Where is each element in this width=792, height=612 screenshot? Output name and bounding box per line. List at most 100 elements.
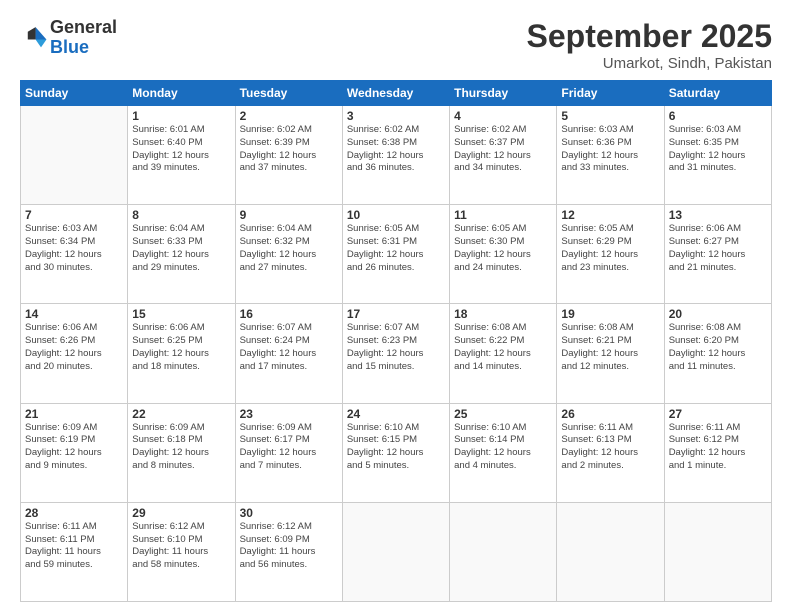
table-row: 8Sunrise: 6:04 AM Sunset: 6:33 PM Daylig…: [128, 205, 235, 304]
day-number: 28: [25, 506, 123, 520]
day-number: 21: [25, 407, 123, 421]
table-row: 21Sunrise: 6:09 AM Sunset: 6:19 PM Dayli…: [21, 403, 128, 502]
day-number: 18: [454, 307, 552, 321]
table-row: 28Sunrise: 6:11 AM Sunset: 6:11 PM Dayli…: [21, 502, 128, 601]
logo: General Blue: [20, 18, 117, 58]
col-wednesday: Wednesday: [342, 81, 449, 106]
day-number: 2: [240, 109, 338, 123]
day-number: 26: [561, 407, 659, 421]
day-info: Sunrise: 6:09 AM Sunset: 6:19 PM Dayligh…: [25, 422, 123, 473]
header: General Blue September 2025 Umarkot, Sin…: [20, 18, 772, 72]
day-number: 7: [25, 208, 123, 222]
day-number: 24: [347, 407, 445, 421]
table-row: 12Sunrise: 6:05 AM Sunset: 6:29 PM Dayli…: [557, 205, 664, 304]
table-row: 24Sunrise: 6:10 AM Sunset: 6:15 PM Dayli…: [342, 403, 449, 502]
day-info: Sunrise: 6:10 AM Sunset: 6:14 PM Dayligh…: [454, 422, 552, 473]
day-info: Sunrise: 6:01 AM Sunset: 6:40 PM Dayligh…: [132, 124, 230, 175]
logo-text: General Blue: [50, 18, 117, 58]
logo-blue-text: Blue: [50, 38, 117, 58]
day-number: 16: [240, 307, 338, 321]
table-row: [664, 502, 771, 601]
table-row: [21, 106, 128, 205]
day-info: Sunrise: 6:12 AM Sunset: 6:09 PM Dayligh…: [240, 521, 338, 572]
calendar-week-row: 1Sunrise: 6:01 AM Sunset: 6:40 PM Daylig…: [21, 106, 772, 205]
calendar-header-row: Sunday Monday Tuesday Wednesday Thursday…: [21, 81, 772, 106]
day-info: Sunrise: 6:09 AM Sunset: 6:17 PM Dayligh…: [240, 422, 338, 473]
table-row: 18Sunrise: 6:08 AM Sunset: 6:22 PM Dayli…: [450, 304, 557, 403]
day-number: 9: [240, 208, 338, 222]
table-row: 16Sunrise: 6:07 AM Sunset: 6:24 PM Dayli…: [235, 304, 342, 403]
day-info: Sunrise: 6:02 AM Sunset: 6:38 PM Dayligh…: [347, 124, 445, 175]
calendar-week-row: 21Sunrise: 6:09 AM Sunset: 6:19 PM Dayli…: [21, 403, 772, 502]
table-row: 23Sunrise: 6:09 AM Sunset: 6:17 PM Dayli…: [235, 403, 342, 502]
table-row: 6Sunrise: 6:03 AM Sunset: 6:35 PM Daylig…: [664, 106, 771, 205]
day-info: Sunrise: 6:04 AM Sunset: 6:32 PM Dayligh…: [240, 223, 338, 274]
day-info: Sunrise: 6:02 AM Sunset: 6:37 PM Dayligh…: [454, 124, 552, 175]
day-number: 1: [132, 109, 230, 123]
day-number: 10: [347, 208, 445, 222]
day-info: Sunrise: 6:10 AM Sunset: 6:15 PM Dayligh…: [347, 422, 445, 473]
day-number: 19: [561, 307, 659, 321]
day-number: 8: [132, 208, 230, 222]
day-info: Sunrise: 6:07 AM Sunset: 6:23 PM Dayligh…: [347, 322, 445, 373]
calendar-table: Sunday Monday Tuesday Wednesday Thursday…: [20, 80, 772, 602]
table-row: 29Sunrise: 6:12 AM Sunset: 6:10 PM Dayli…: [128, 502, 235, 601]
day-info: Sunrise: 6:06 AM Sunset: 6:26 PM Dayligh…: [25, 322, 123, 373]
table-row: 5Sunrise: 6:03 AM Sunset: 6:36 PM Daylig…: [557, 106, 664, 205]
day-number: 11: [454, 208, 552, 222]
location-subtitle: Umarkot, Sindh, Pakistan: [527, 55, 772, 72]
day-info: Sunrise: 6:03 AM Sunset: 6:35 PM Dayligh…: [669, 124, 767, 175]
day-info: Sunrise: 6:08 AM Sunset: 6:20 PM Dayligh…: [669, 322, 767, 373]
day-number: 14: [25, 307, 123, 321]
day-number: 30: [240, 506, 338, 520]
day-number: 17: [347, 307, 445, 321]
table-row: 9Sunrise: 6:04 AM Sunset: 6:32 PM Daylig…: [235, 205, 342, 304]
table-row: 2Sunrise: 6:02 AM Sunset: 6:39 PM Daylig…: [235, 106, 342, 205]
day-info: Sunrise: 6:11 AM Sunset: 6:11 PM Dayligh…: [25, 521, 123, 572]
calendar-week-row: 7Sunrise: 6:03 AM Sunset: 6:34 PM Daylig…: [21, 205, 772, 304]
col-monday: Monday: [128, 81, 235, 106]
day-info: Sunrise: 6:08 AM Sunset: 6:22 PM Dayligh…: [454, 322, 552, 373]
day-number: 27: [669, 407, 767, 421]
day-info: Sunrise: 6:04 AM Sunset: 6:33 PM Dayligh…: [132, 223, 230, 274]
day-info: Sunrise: 6:02 AM Sunset: 6:39 PM Dayligh…: [240, 124, 338, 175]
page: General Blue September 2025 Umarkot, Sin…: [0, 0, 792, 612]
calendar-week-row: 28Sunrise: 6:11 AM Sunset: 6:11 PM Dayli…: [21, 502, 772, 601]
day-info: Sunrise: 6:06 AM Sunset: 6:27 PM Dayligh…: [669, 223, 767, 274]
col-sunday: Sunday: [21, 81, 128, 106]
logo-general-text: General: [50, 18, 117, 38]
day-number: 25: [454, 407, 552, 421]
table-row: 4Sunrise: 6:02 AM Sunset: 6:37 PM Daylig…: [450, 106, 557, 205]
col-thursday: Thursday: [450, 81, 557, 106]
table-row: 25Sunrise: 6:10 AM Sunset: 6:14 PM Dayli…: [450, 403, 557, 502]
table-row: [450, 502, 557, 601]
day-info: Sunrise: 6:12 AM Sunset: 6:10 PM Dayligh…: [132, 521, 230, 572]
month-title: September 2025: [527, 18, 772, 55]
logo-icon: [20, 24, 48, 52]
day-info: Sunrise: 6:06 AM Sunset: 6:25 PM Dayligh…: [132, 322, 230, 373]
day-number: 4: [454, 109, 552, 123]
day-number: 5: [561, 109, 659, 123]
col-tuesday: Tuesday: [235, 81, 342, 106]
col-friday: Friday: [557, 81, 664, 106]
table-row: 15Sunrise: 6:06 AM Sunset: 6:25 PM Dayli…: [128, 304, 235, 403]
title-block: September 2025 Umarkot, Sindh, Pakistan: [527, 18, 772, 72]
table-row: 22Sunrise: 6:09 AM Sunset: 6:18 PM Dayli…: [128, 403, 235, 502]
table-row: 7Sunrise: 6:03 AM Sunset: 6:34 PM Daylig…: [21, 205, 128, 304]
day-info: Sunrise: 6:05 AM Sunset: 6:31 PM Dayligh…: [347, 223, 445, 274]
calendar-week-row: 14Sunrise: 6:06 AM Sunset: 6:26 PM Dayli…: [21, 304, 772, 403]
day-info: Sunrise: 6:05 AM Sunset: 6:30 PM Dayligh…: [454, 223, 552, 274]
day-number: 20: [669, 307, 767, 321]
table-row: 11Sunrise: 6:05 AM Sunset: 6:30 PM Dayli…: [450, 205, 557, 304]
table-row: 20Sunrise: 6:08 AM Sunset: 6:20 PM Dayli…: [664, 304, 771, 403]
day-number: 22: [132, 407, 230, 421]
day-info: Sunrise: 6:05 AM Sunset: 6:29 PM Dayligh…: [561, 223, 659, 274]
day-number: 6: [669, 109, 767, 123]
day-info: Sunrise: 6:03 AM Sunset: 6:36 PM Dayligh…: [561, 124, 659, 175]
day-number: 23: [240, 407, 338, 421]
day-info: Sunrise: 6:11 AM Sunset: 6:13 PM Dayligh…: [561, 422, 659, 473]
table-row: [557, 502, 664, 601]
table-row: 30Sunrise: 6:12 AM Sunset: 6:09 PM Dayli…: [235, 502, 342, 601]
day-number: 3: [347, 109, 445, 123]
day-number: 15: [132, 307, 230, 321]
